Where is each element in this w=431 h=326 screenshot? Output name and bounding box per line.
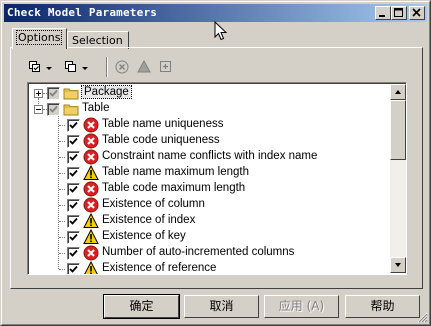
tab-options-label: Options xyxy=(15,30,63,45)
window-title: Check Model Parameters xyxy=(7,6,158,19)
dialog-window: Check Model Parameters Options Selection xyxy=(0,0,431,326)
apply-button[interactable]: 应用 (A) xyxy=(264,295,339,318)
maximize-button[interactable] xyxy=(391,6,407,20)
cancel-button[interactable]: 取消 xyxy=(184,295,259,318)
tab-selection-label: Selection xyxy=(72,34,123,47)
maximize-icon xyxy=(394,8,403,17)
apply-button-label: 应用 xyxy=(278,299,303,313)
minimize-icon xyxy=(379,15,385,17)
mouse-cursor-icon xyxy=(214,21,228,41)
title-bar[interactable]: Check Model Parameters xyxy=(4,4,427,22)
ok-button-label: 确定 xyxy=(129,299,154,313)
ok-button[interactable]: 确定 xyxy=(103,294,180,319)
minimize-button[interactable] xyxy=(375,6,391,20)
close-button[interactable] xyxy=(409,6,425,20)
help-button[interactable]: 帮助 xyxy=(345,295,420,318)
options-panel xyxy=(10,47,423,289)
close-icon xyxy=(412,8,421,17)
cancel-button-label: 取消 xyxy=(209,299,234,313)
apply-shortcut-label: (A) xyxy=(306,299,325,313)
help-button-label: 帮助 xyxy=(370,299,395,313)
tab-options[interactable]: Options xyxy=(12,28,67,49)
resize-grip-icon[interactable] xyxy=(416,311,428,323)
